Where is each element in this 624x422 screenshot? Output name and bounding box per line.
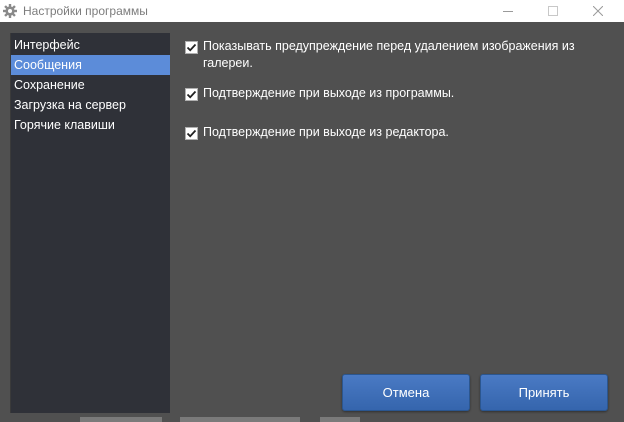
bottom-edge-decoration — [80, 417, 380, 422]
sidebar-item-upload[interactable]: Загрузка на сервер — [11, 95, 170, 115]
window-title: Настройки программы — [23, 4, 148, 18]
accept-button[interactable]: Принять — [480, 374, 608, 411]
minimize-icon — [503, 11, 513, 12]
sidebar-item-messages[interactable]: Сообщения — [11, 55, 170, 75]
checkmark-icon — [186, 129, 197, 138]
checkbox-confirm-exit-editor[interactable] — [185, 127, 198, 140]
option-label: Подтверждение при выходе из редактора. — [203, 125, 449, 139]
minimize-button[interactable] — [485, 0, 531, 22]
checkbox-confirm-delete-image[interactable] — [185, 41, 198, 54]
close-button[interactable] — [575, 0, 621, 22]
gear-icon — [2, 3, 18, 19]
maximize-icon — [548, 6, 558, 16]
edge-segment — [180, 417, 300, 422]
settings-window: Настройки программы Интерфейс Сообщения … — [0, 0, 624, 422]
checkmark-icon — [186, 90, 197, 99]
settings-category-list: Интерфейс Сообщения Сохранение Загрузка … — [10, 33, 170, 413]
checkbox-confirm-exit-program[interactable] — [185, 88, 198, 101]
option-label: Подтверждение при выходе из программы. — [203, 86, 455, 100]
option-label: Показывать предупреждение перед удаление… — [203, 39, 575, 70]
sidebar-item-interface[interactable]: Интерфейс — [11, 35, 170, 55]
edge-segment — [80, 417, 162, 422]
sidebar-item-saving[interactable]: Сохранение — [11, 75, 170, 95]
sidebar-item-hotkeys[interactable]: Горячие клавиши — [11, 115, 170, 135]
edge-segment — [320, 417, 360, 422]
checkmark-icon — [186, 43, 197, 52]
maximize-button[interactable] — [530, 0, 576, 22]
title-bar[interactable]: Настройки программы — [0, 0, 624, 22]
close-icon — [593, 6, 603, 16]
cancel-button[interactable]: Отмена — [342, 374, 470, 411]
